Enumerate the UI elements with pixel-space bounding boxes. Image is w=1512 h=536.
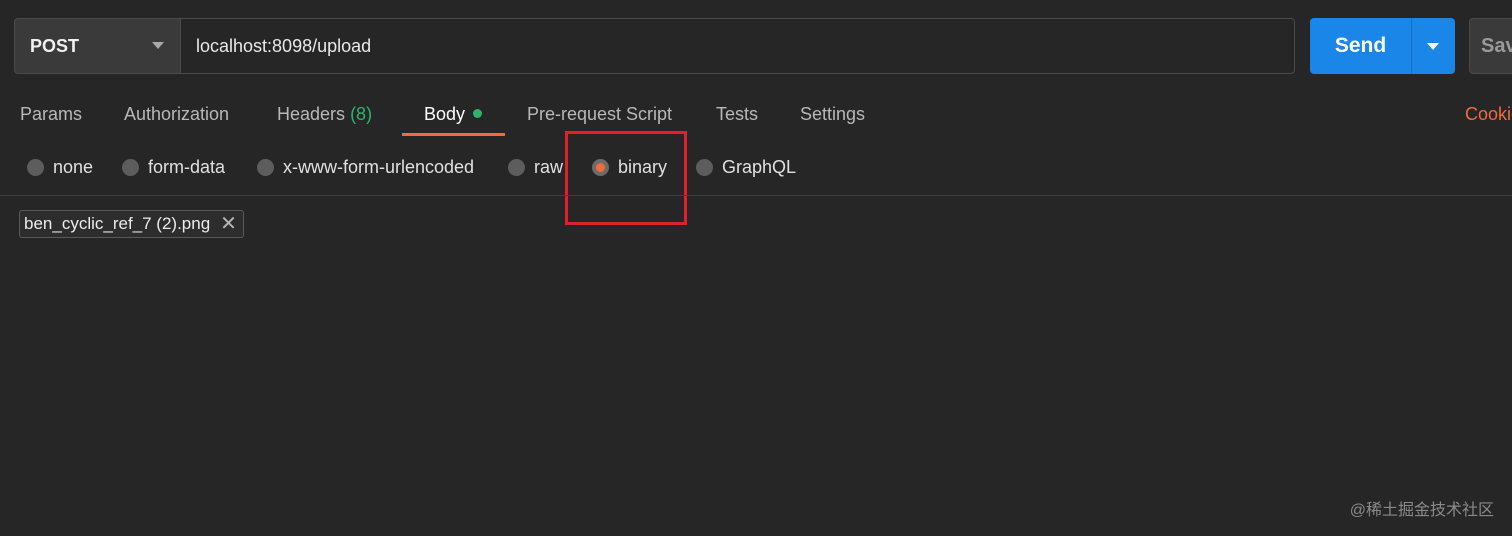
radio-label: form-data	[148, 156, 226, 177]
tab-label: Headers	[277, 104, 346, 124]
selected-file-chip: ben_cyclic_ref_7 (2).png ✕	[19, 210, 244, 238]
headers-count-badge: (8)	[350, 104, 373, 124]
chevron-down-icon	[1427, 43, 1439, 50]
tab-label: Pre-request Script	[527, 104, 673, 124]
radio-label: raw	[534, 156, 564, 177]
url-text: localhost:8098/upload	[196, 35, 372, 56]
tab-pre-request-script[interactable]: Pre-request Script	[527, 101, 672, 127]
tab-label: Tests	[716, 104, 759, 124]
tab-label: Authorization	[124, 104, 230, 124]
tab-headers[interactable]: Headers (8)	[277, 101, 372, 127]
radio-icon	[27, 158, 44, 176]
radio-icon	[696, 158, 713, 176]
save-button[interactable]: Sav	[1469, 18, 1512, 74]
active-tab-indicator	[402, 133, 505, 136]
tab-authorization[interactable]: Authorization	[124, 101, 229, 127]
annotation-highlight-box	[565, 131, 687, 225]
radio-label: GraphQL	[722, 156, 797, 177]
send-label: Send	[1334, 34, 1387, 57]
radio-icon	[508, 158, 525, 176]
tab-label: Settings	[800, 104, 866, 124]
cookies-label: Cookie	[1465, 104, 1512, 124]
tab-body[interactable]: Body	[424, 101, 483, 127]
radio-icon	[122, 158, 139, 176]
close-icon[interactable]: ✕	[220, 214, 237, 234]
tab-params[interactable]: Params	[20, 101, 82, 127]
file-name: ben_cyclic_ref_7 (2).png	[24, 214, 211, 233]
url-input[interactable]: localhost:8098/upload	[180, 18, 1295, 74]
send-button[interactable]: Send	[1310, 18, 1411, 74]
radio-icon	[257, 158, 274, 176]
cookies-link[interactable]: Cookie	[1465, 101, 1512, 127]
radio-label: none	[53, 156, 94, 177]
status-dot-icon	[473, 108, 483, 118]
radio-label: x-www-form-urlencoded	[283, 156, 475, 177]
tab-settings[interactable]: Settings	[800, 101, 865, 127]
divider	[0, 195, 1512, 196]
body-type-raw[interactable]: raw	[508, 154, 563, 180]
method-label: POST	[30, 35, 80, 56]
watermark: @稀土掘金技术社区	[1349, 502, 1494, 519]
tab-label: Body	[424, 104, 466, 124]
body-type-x-www-form-urlencoded[interactable]: x-www-form-urlencoded	[257, 154, 474, 180]
tab-tests[interactable]: Tests	[716, 101, 758, 127]
send-options-button[interactable]	[1411, 18, 1455, 74]
save-label: Sav	[1481, 34, 1512, 57]
method-select[interactable]: POST	[14, 18, 180, 74]
tab-label: Params	[20, 104, 83, 124]
body-type-graphql[interactable]: GraphQL	[696, 154, 796, 180]
body-type-none[interactable]: none	[27, 154, 93, 180]
chevron-down-icon	[152, 42, 164, 49]
body-type-form-data[interactable]: form-data	[122, 154, 225, 180]
